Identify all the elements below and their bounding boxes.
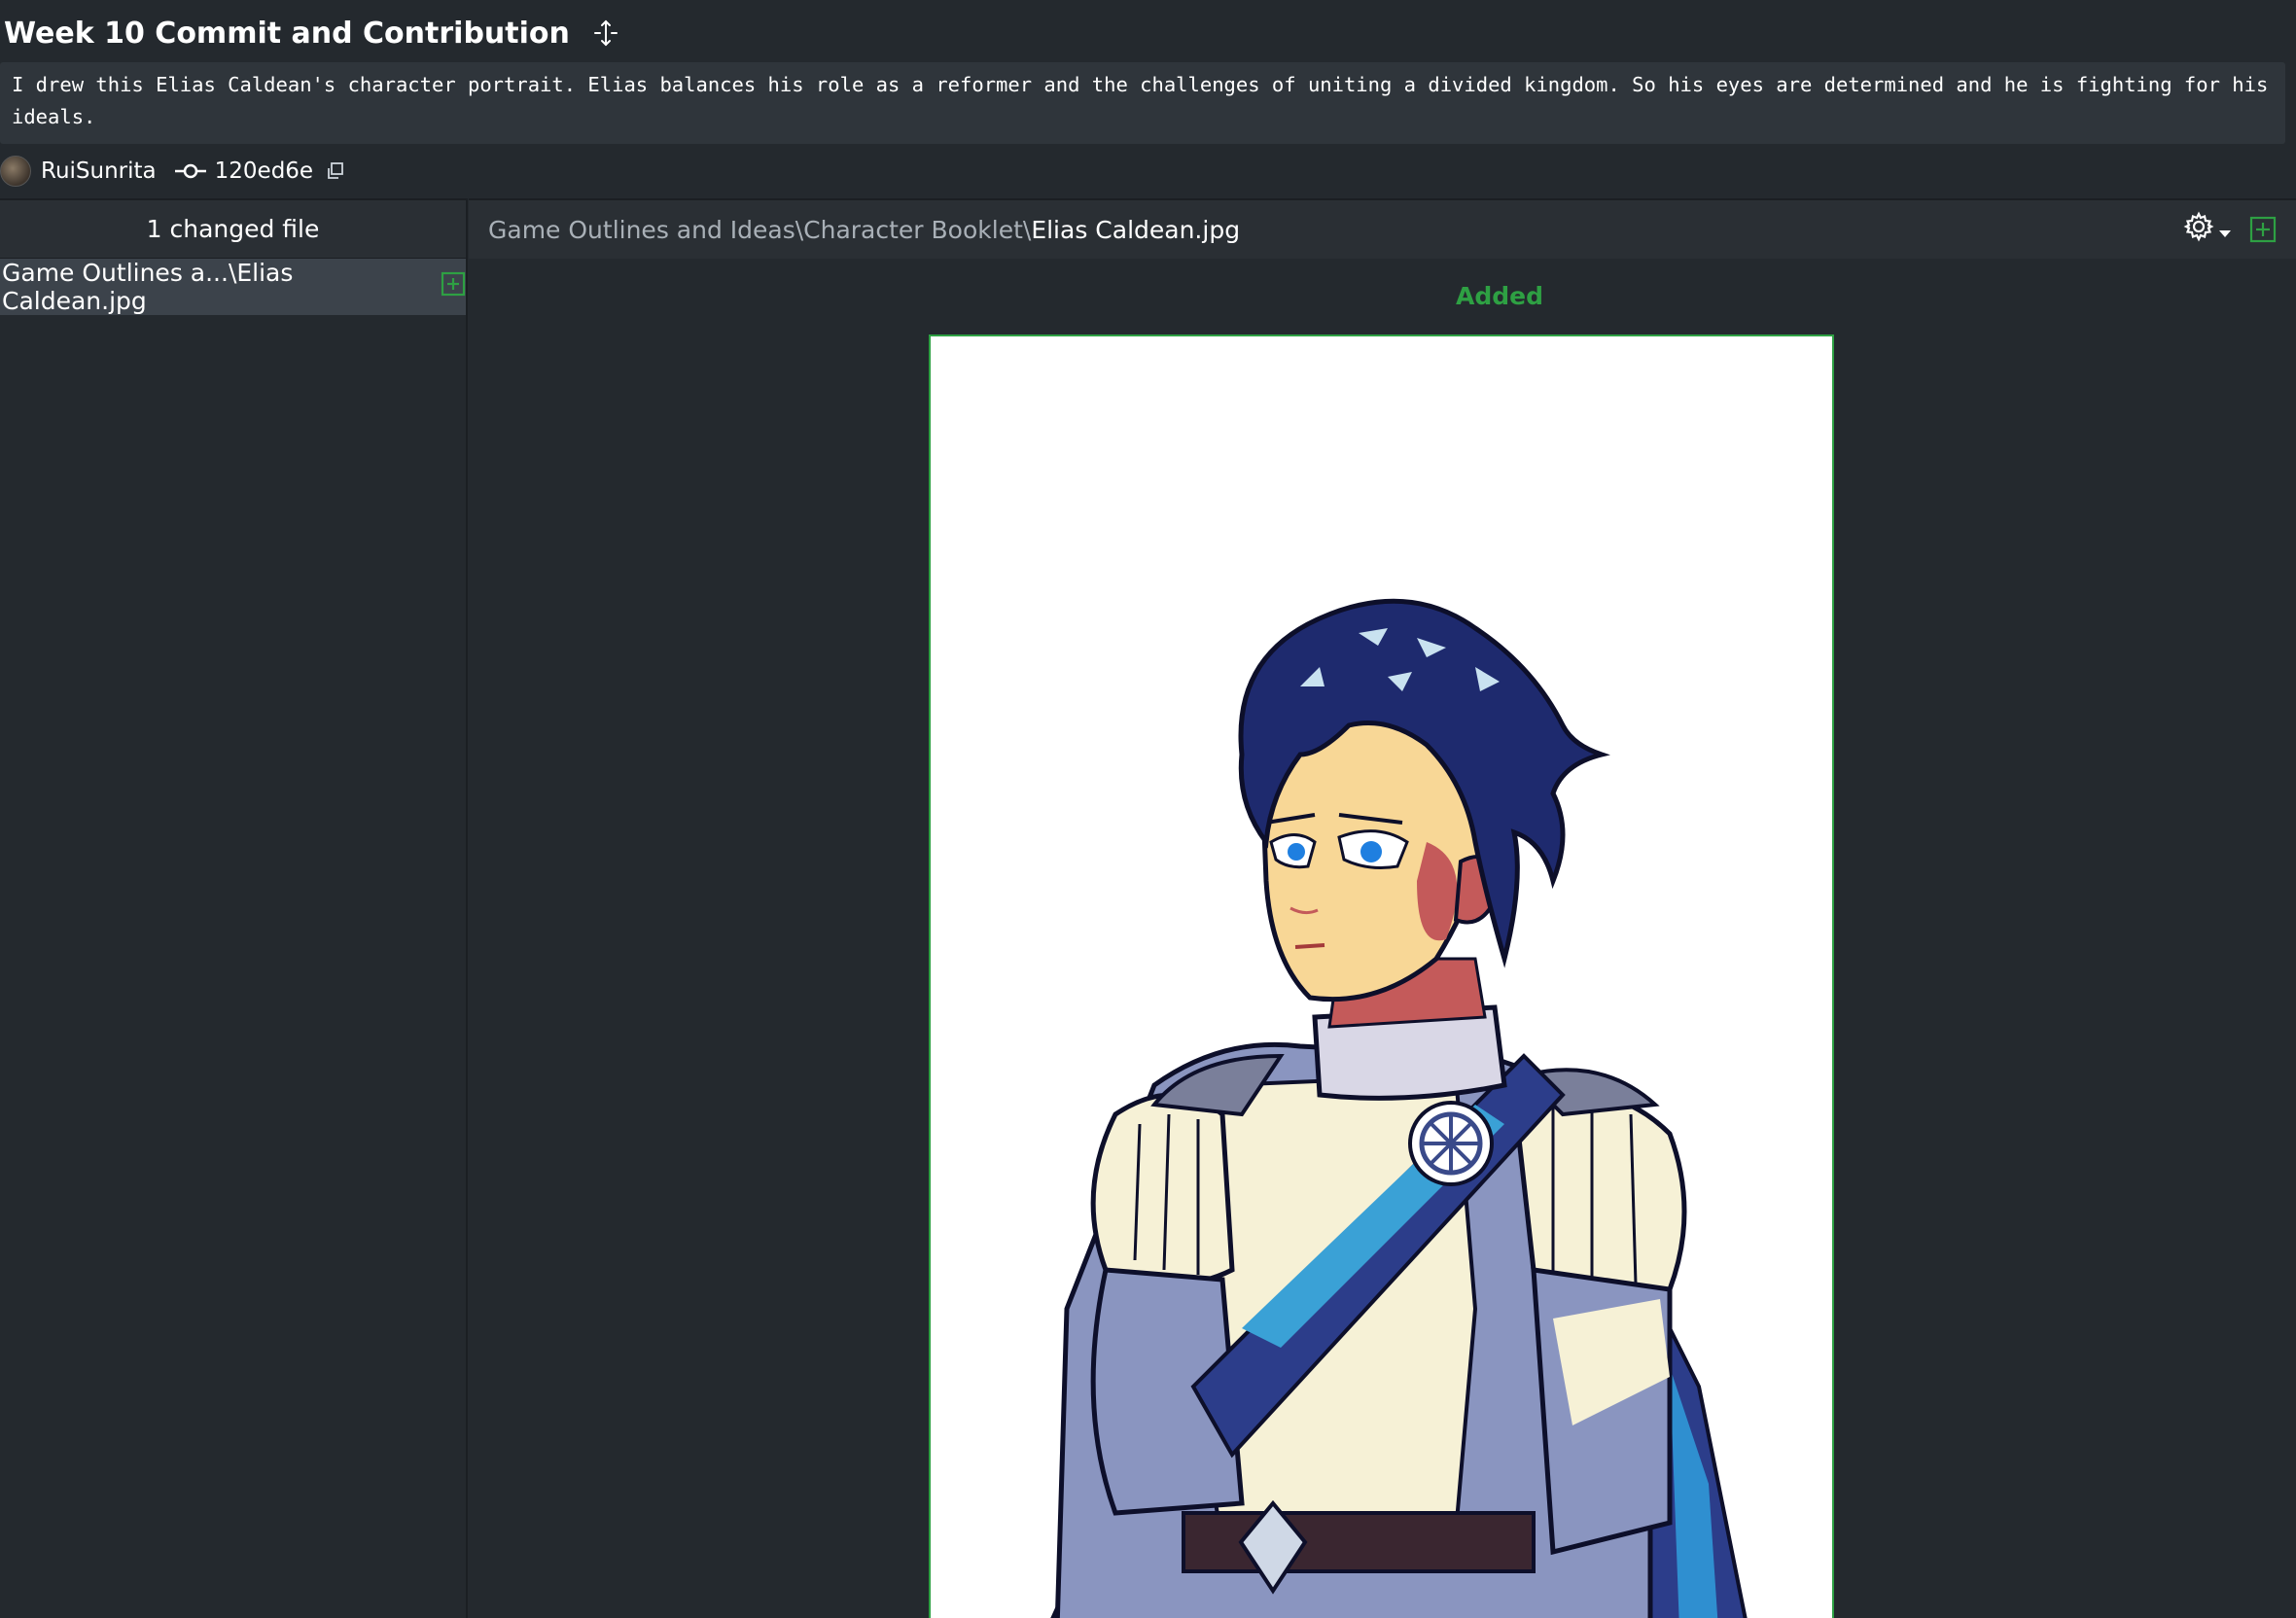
- git-commit-icon: [174, 161, 207, 181]
- diff-panel: Game Outlines and Ideas\Character Bookle…: [469, 198, 2296, 1618]
- gear-icon: [2183, 211, 2214, 248]
- copy-icon[interactable]: [325, 160, 346, 182]
- file-path-name: Elias Caldean.jpg: [1031, 215, 1241, 244]
- changed-files-header: 1 changed file: [0, 200, 466, 259]
- file-list-item-label: Game Outlines a...\Elias Caldean.jpg: [2, 259, 294, 315]
- diff-settings-button[interactable]: [2183, 210, 2232, 249]
- file-path-bar: Game Outlines and Ideas\Character Bookle…: [469, 200, 2296, 259]
- title-row: Week 10 Commit and Contribution: [4, 12, 622, 54]
- commit-sha: 120ed6e: [214, 158, 314, 184]
- character-portrait: [1050, 598, 1748, 1618]
- file-list-item[interactable]: Game Outlines a...\Elias Caldean.jpg: [0, 259, 466, 315]
- move-arrows-icon[interactable]: [589, 17, 622, 50]
- plus-square-icon: [441, 271, 466, 302]
- file-path-prefix: Game Outlines and Ideas\Character Bookle…: [488, 215, 1032, 244]
- plus-square-icon: [2249, 216, 2277, 249]
- commit-header: Week 10 Commit and Contribution I drew t…: [0, 0, 2296, 197]
- commit-meta: RuiSunrita 120ed6e: [0, 154, 346, 189]
- diff-status-label: Added: [1456, 282, 1543, 310]
- commit-description: I drew this Elias Caldean's character po…: [0, 62, 2285, 144]
- avatar[interactable]: [0, 156, 31, 187]
- image-preview: [929, 334, 1834, 1618]
- author-name[interactable]: RuiSunrita: [41, 158, 157, 184]
- caret-down-icon: [2218, 216, 2232, 244]
- changed-files-panel: 1 changed file Game Outlines a...\Elias …: [0, 198, 468, 1618]
- commit-title: Week 10 Commit and Contribution: [4, 16, 570, 51]
